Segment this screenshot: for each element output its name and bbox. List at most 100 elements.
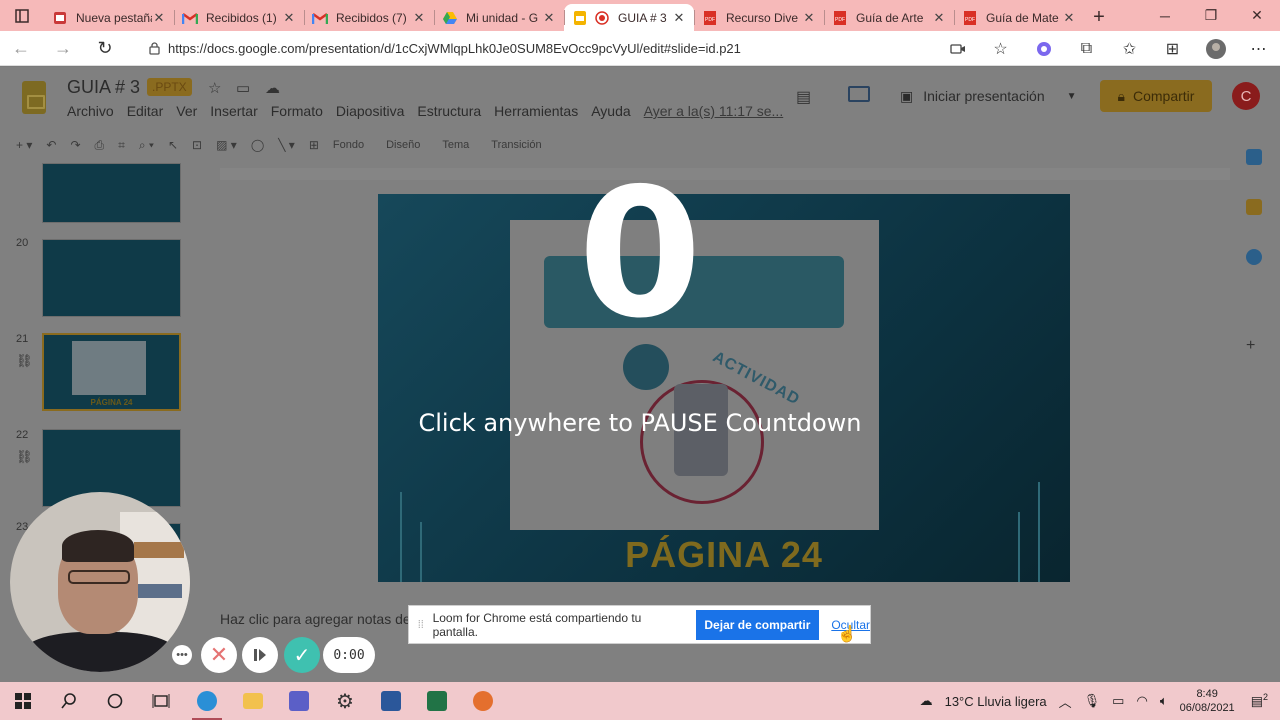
transition-button[interactable]: Transición bbox=[491, 139, 541, 151]
windows-start-icon[interactable] bbox=[0, 682, 46, 720]
menu-ver[interactable]: Ver bbox=[176, 103, 197, 119]
close-tab-icon[interactable]: ✕ bbox=[932, 10, 946, 26]
collections-icon[interactable]: ⊞ bbox=[1151, 39, 1194, 59]
camera-icon[interactable] bbox=[936, 43, 979, 55]
comment-add-icon[interactable]: ⊞ bbox=[309, 138, 319, 152]
share-button[interactable]: 🔒︎ Compartir bbox=[1100, 80, 1212, 112]
pause-recording-button[interactable] bbox=[242, 637, 278, 673]
document-title[interactable]: GUIA # 3 bbox=[67, 77, 140, 98]
zoom-icon[interactable]: ⌕ ▾ bbox=[139, 138, 154, 153]
minimize-icon[interactable]: ─ bbox=[1142, 0, 1188, 31]
paint-icon[interactable] bbox=[460, 682, 506, 720]
search-icon[interactable] bbox=[46, 682, 92, 720]
star-icon[interactable]: ☆ bbox=[208, 79, 221, 97]
background-button[interactable]: Fondo bbox=[333, 139, 364, 151]
teams-icon[interactable] bbox=[276, 682, 322, 720]
tab-actions-icon[interactable] bbox=[0, 0, 44, 31]
calendar-icon[interactable] bbox=[1246, 149, 1262, 165]
lock-icon[interactable] bbox=[140, 42, 168, 55]
edge-browser-icon[interactable] bbox=[184, 682, 230, 720]
notifications-icon[interactable]: ▤2 bbox=[1251, 692, 1268, 709]
menu-herramientas[interactable]: Herramientas bbox=[494, 103, 578, 119]
browser-tab[interactable]: PDF Guía de Arte ✕ bbox=[824, 4, 954, 31]
volume-icon[interactable]: 🔈︎ bbox=[1160, 693, 1168, 709]
close-window-icon[interactable]: ✕ bbox=[1234, 0, 1280, 31]
menu-diapositiva[interactable]: Diapositiva bbox=[336, 103, 404, 119]
select-icon[interactable]: ↖ bbox=[168, 138, 178, 152]
close-tab-icon[interactable]: ✕ bbox=[672, 10, 686, 26]
reload-icon[interactable]: ↻ bbox=[84, 31, 126, 66]
speaker-notes[interactable]: Haz clic para agregar notas de bbox=[220, 611, 411, 627]
webcam-bubble[interactable] bbox=[10, 492, 190, 672]
chevron-down-icon[interactable]: ▼ bbox=[1067, 91, 1077, 102]
new-slide-icon[interactable]: + ▾ bbox=[16, 138, 32, 152]
finish-recording-button[interactable]: ✓ bbox=[284, 637, 320, 673]
close-tab-icon[interactable]: ✕ bbox=[542, 10, 556, 26]
task-view-icon[interactable] bbox=[138, 682, 184, 720]
cortana-icon[interactable] bbox=[92, 682, 138, 720]
paint-format-icon[interactable]: ⌗ bbox=[118, 138, 125, 153]
file-explorer-icon[interactable] bbox=[230, 682, 276, 720]
print-icon[interactable]: ⎙ bbox=[95, 138, 105, 153]
comments-icon[interactable]: ▤ bbox=[796, 87, 811, 107]
countdown-message[interactable]: Click anywhere to PAUSE Countdown bbox=[0, 409, 1280, 437]
profile-avatar[interactable] bbox=[1194, 38, 1237, 60]
more-menu-icon[interactable]: ⋯ bbox=[1237, 39, 1280, 59]
image-icon[interactable]: ▨ ▾ bbox=[216, 138, 237, 152]
new-tab-button[interactable]: + bbox=[1084, 4, 1114, 31]
menu-estructura[interactable]: Estructura bbox=[417, 103, 481, 119]
extensions-puzzle-icon[interactable]: ⧉ bbox=[1065, 40, 1108, 58]
browser-tab[interactable]: Mi unidad - G ✕ bbox=[434, 4, 564, 31]
close-tab-icon[interactable]: ✕ bbox=[282, 10, 296, 26]
microphone-icon[interactable]: 🎙︎ bbox=[1084, 693, 1101, 709]
start-presentation-button[interactable]: ▣ Iniciar presentación ▼ bbox=[900, 80, 1077, 112]
weather-text[interactable]: 13°C Lluvia ligera bbox=[945, 694, 1047, 709]
stop-sharing-button[interactable]: Dejar de compartir bbox=[695, 609, 820, 640]
menu-archivo[interactable]: Archivo bbox=[67, 103, 114, 119]
text-box-icon[interactable]: ⊡ bbox=[192, 138, 202, 152]
loom-extension-icon[interactable] bbox=[1022, 41, 1065, 57]
back-icon[interactable]: ← bbox=[0, 31, 42, 66]
shape-icon[interactable]: ◯ bbox=[251, 138, 264, 152]
browser-tab[interactable]: Recibidos (7) ✕ bbox=[304, 4, 434, 31]
word-icon[interactable] bbox=[368, 682, 414, 720]
close-tab-icon[interactable]: ✕ bbox=[1062, 10, 1076, 26]
move-folder-icon[interactable]: ▭ bbox=[236, 79, 250, 97]
countdown-number[interactable]: 0 bbox=[0, 165, 1280, 343]
settings-gear-icon[interactable]: ⚙ bbox=[322, 682, 368, 720]
last-edit-link[interactable]: Ayer a la(s) 11:17 se... bbox=[644, 103, 784, 119]
weather-icon[interactable]: ☁ bbox=[920, 693, 933, 709]
more-options-button[interactable]: ••• bbox=[172, 645, 192, 665]
undo-icon[interactable]: ↶ bbox=[46, 138, 56, 152]
browser-tab[interactable]: PDF Guía de Mate ✕ bbox=[954, 4, 1084, 31]
layout-button[interactable]: Diseño bbox=[386, 139, 420, 151]
browser-tab[interactable]: Recibidos (1) ✕ bbox=[174, 4, 304, 31]
excel-icon[interactable] bbox=[414, 682, 460, 720]
menu-insertar[interactable]: Insertar bbox=[210, 103, 257, 119]
favorites-icon[interactable]: ✩ bbox=[1108, 39, 1151, 59]
restore-icon[interactable]: ❐ bbox=[1188, 0, 1234, 31]
clock[interactable]: 8:49 06/08/2021 bbox=[1180, 687, 1235, 715]
browser-tab[interactable]: PDF Recurso Dive ✕ bbox=[694, 4, 824, 31]
menu-editar[interactable]: Editar bbox=[127, 103, 164, 119]
browser-tab[interactable]: Nueva pestaña ✕ bbox=[44, 4, 174, 31]
slide-thumbnail-selected[interactable]: PÁGINA 24 bbox=[42, 333, 181, 411]
network-icon[interactable]: ▭ bbox=[1112, 693, 1124, 709]
close-tab-icon[interactable]: ✕ bbox=[152, 10, 166, 26]
slides-logo-icon[interactable] bbox=[22, 81, 46, 114]
favorite-star-icon[interactable]: ☆ bbox=[979, 39, 1022, 59]
drag-handle-icon[interactable]: ⁞⁞ bbox=[409, 619, 433, 631]
present-to-meeting-icon[interactable] bbox=[848, 86, 870, 102]
tray-expand-icon[interactable]: ︿ bbox=[1059, 692, 1072, 711]
close-tab-icon[interactable]: ✕ bbox=[802, 10, 816, 26]
cancel-recording-button[interactable]: ✕ bbox=[201, 637, 237, 673]
close-tab-icon[interactable]: ✕ bbox=[412, 10, 426, 26]
wifi-icon[interactable]: ◠ bbox=[1136, 693, 1147, 709]
address-bar[interactable]: https://docs.google.com/presentation/d/1… bbox=[140, 35, 1020, 62]
forward-icon[interactable]: → bbox=[42, 31, 84, 66]
line-icon[interactable]: ╲ ▾ bbox=[278, 138, 295, 152]
theme-button[interactable]: Tema bbox=[442, 139, 469, 151]
browser-tab-active[interactable]: GUIA # 3 ✕ bbox=[564, 4, 694, 31]
menu-ayuda[interactable]: Ayuda bbox=[591, 103, 630, 119]
redo-icon[interactable]: ↷ bbox=[70, 138, 80, 152]
